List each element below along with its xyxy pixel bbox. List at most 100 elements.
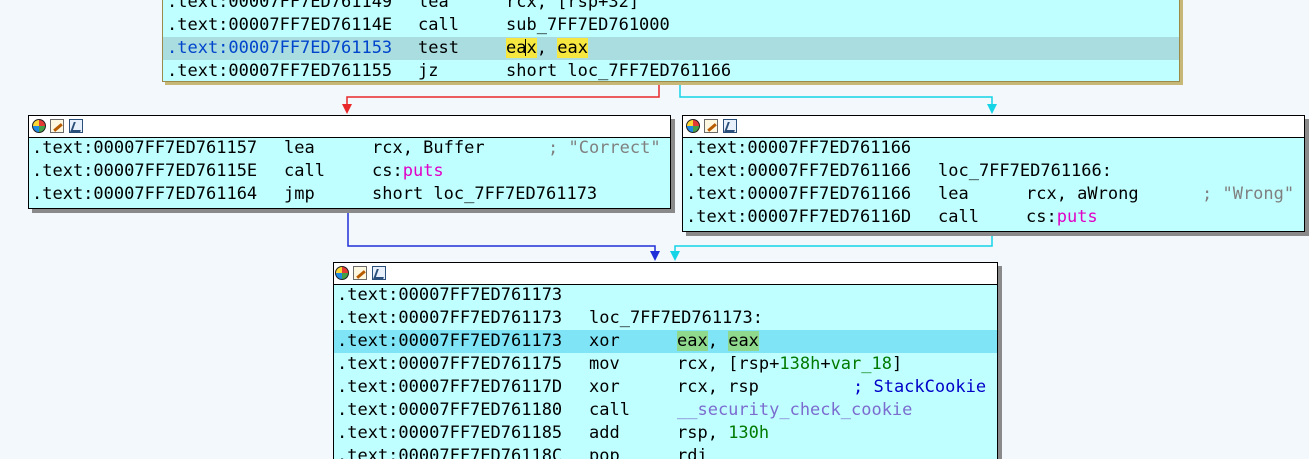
line-operands: eax, eax [506,38,588,58]
line-comment: ; StackCookie [853,377,987,397]
line-address: .text:00007FF7ED761185 [337,423,563,443]
line-address: .text:00007FF7ED76117D [337,377,563,397]
graph-overview-icon[interactable] [372,266,386,280]
code-line[interactable]: .text:00007FF7ED76114E call sub_7FF7ED76… [163,14,1179,37]
line-mnemonic: xor [589,331,620,351]
code-line[interactable]: .text:00007FF7ED761157 lea rcx, Buffer ;… [29,137,670,160]
line-mnemonic: jz [418,61,439,81]
line-comment: ; "Correct" [548,138,661,158]
line-mnemonic: call [418,15,459,35]
line-address: .text:00007FF7ED761175 [337,354,563,374]
code-line[interactable]: .text:00007FF7ED76116D call cs:puts [683,206,1304,229]
code-block-top[interactable]: .text:00007FF7ED761149 lea rcx, [rsp+32]… [162,0,1180,82]
line-address: .text:00007FF7ED761164 [32,184,258,204]
edge-fallthrough-arrowhead [670,251,680,261]
color-picker-icon[interactable] [686,119,700,133]
code-line[interactable]: .text:00007FF7ED761173 [334,284,997,307]
stack-var[interactable]: var_18 [831,354,892,374]
line-address: .text:00007FF7ED76115E [32,161,258,181]
code-line[interactable]: .text:00007FF7ED76115E call cs:puts [29,160,670,183]
line-mnemonic: lea [418,0,449,12]
line-operands: eax, eax [677,331,759,351]
line-operands: short loc_7FF7ED761173 [372,184,598,204]
color-picker-icon[interactable] [335,266,349,280]
import-name[interactable]: puts [403,161,444,181]
line-address: .text:00007FF7ED761166 [686,138,912,158]
line-operands: cs:puts [372,161,444,181]
line-operands: rcx, [rsp+138h+var_18] [677,354,903,374]
line-label[interactable]: loc_7FF7ED761173: [589,307,763,330]
line-address: .text:00007FF7ED761173 [337,285,563,305]
line-address: .text:00007FF7ED76118C [337,446,563,459]
rename-icon[interactable] [50,119,64,133]
code-line[interactable]: .text:00007FF7ED76117D xor rcx, rsp ; St… [334,376,997,399]
code-line[interactable]: .text:00007FF7ED761155 jz short loc_7FF7… [163,60,1179,81]
code-block-wrong[interactable]: .text:00007FF7ED761166 .text:00007FF7ED7… [682,115,1305,232]
line-mnemonic: lea [284,138,315,158]
operand-eax-highlight[interactable]: eax [728,331,759,351]
rename-icon[interactable] [353,266,367,280]
line-operands: rcx, rsp [677,377,759,397]
edge-true-branch[interactable] [679,84,993,111]
line-operands: sub_7FF7ED761000 [506,15,670,35]
line-mnemonic: test [418,38,459,58]
edge-false-arrowhead [342,104,352,114]
line-address: .text:00007FF7ED761157 [32,138,258,158]
line-address: .text:00007FF7ED761149 [167,0,393,12]
code-line[interactable]: .text:00007FF7ED761185 add rsp, 130h [334,422,997,445]
line-address: .text:00007FF7ED761173 [337,331,563,351]
line-operands: cs:puts [1026,207,1098,227]
line-label[interactable]: loc_7FF7ED761166: [938,160,1112,183]
code-line-selected[interactable]: .text:00007FF7ED761153 test eax, eax [163,37,1179,60]
line-operands: rcx, aWrong [1026,184,1139,204]
line-operands: short loc_7FF7ED761166 [506,61,732,81]
line-mnemonic: call [284,161,325,181]
line-mnemonic: xor [589,377,620,397]
line-comment: ; "Wrong" [1202,184,1295,204]
function-reference[interactable]: __security_check_cookie [677,399,912,422]
operand-eax-highlight[interactable]: eax [677,331,708,351]
operand-eax-highlight[interactable]: eax [506,38,537,58]
line-operands: rsp, 130h [677,423,770,443]
edge-jmp-arrowhead [650,251,660,261]
block-header [29,116,670,138]
code-line[interactable]: .text:00007FF7ED761173 loc_7FF7ED761173: [334,307,997,330]
line-operands: rdi [677,446,708,459]
line-address: .text:00007FF7ED761180 [337,400,563,420]
edge-false-branch[interactable] [346,84,660,111]
code-line[interactable]: .text:00007FF7ED761180 call __security_c… [334,399,997,422]
line-mnemonic: pop [589,446,620,459]
code-line[interactable]: .text:00007FF7ED761166 [683,137,1304,160]
code-line-highlighted[interactable]: .text:00007FF7ED761173 xor eax, eax [334,330,997,353]
import-name[interactable]: puts [1057,207,1098,227]
line-mnemonic: jmp [284,184,315,204]
line-address: .text:00007FF7ED761155 [167,61,393,81]
code-line[interactable]: .text:00007FF7ED76118C pop rdi [334,445,997,459]
line-address: .text:00007FF7ED761166 [686,184,912,204]
code-line[interactable]: .text:00007FF7ED761164 jmp short loc_7FF… [29,183,670,206]
code-line[interactable]: .text:00007FF7ED761175 mov rcx, [rsp+138… [334,353,997,376]
rename-icon[interactable] [704,119,718,133]
code-block-correct[interactable]: .text:00007FF7ED761157 lea rcx, Buffer ;… [28,115,671,209]
edge-fallthrough-merge[interactable] [674,232,993,258]
line-mnemonic: add [589,423,620,443]
code-line[interactable]: .text:00007FF7ED761149 lea rcx, [rsp+32] [163,0,1179,14]
line-mnemonic: call [589,400,630,420]
code-block-epilogue[interactable]: .text:00007FF7ED761173 .text:00007FF7ED7… [333,262,998,459]
code-line[interactable]: .text:00007FF7ED761166 lea rcx, aWrong ;… [683,183,1304,206]
block-header [683,116,1304,138]
code-line[interactable]: .text:00007FF7ED761166 loc_7FF7ED761166: [683,160,1304,183]
graph-overview-icon[interactable] [69,119,83,133]
line-address: .text:00007FF7ED761153 [167,38,393,58]
line-address: .text:00007FF7ED761166 [686,161,912,181]
graph-canvas[interactable]: .text:00007FF7ED761149 lea rcx, [rsp+32]… [0,0,1309,459]
line-operands: rcx, [rsp+32] [506,0,640,12]
operand-eax-highlight[interactable]: eax [557,38,588,58]
block-header [334,263,997,285]
edge-jmp-merge[interactable] [347,209,656,258]
color-picker-icon[interactable] [32,119,46,133]
graph-overview-icon[interactable] [723,119,737,133]
edge-true-arrowhead [987,104,997,114]
line-operands: rcx, Buffer [372,138,485,158]
line-mnemonic: call [938,207,979,227]
